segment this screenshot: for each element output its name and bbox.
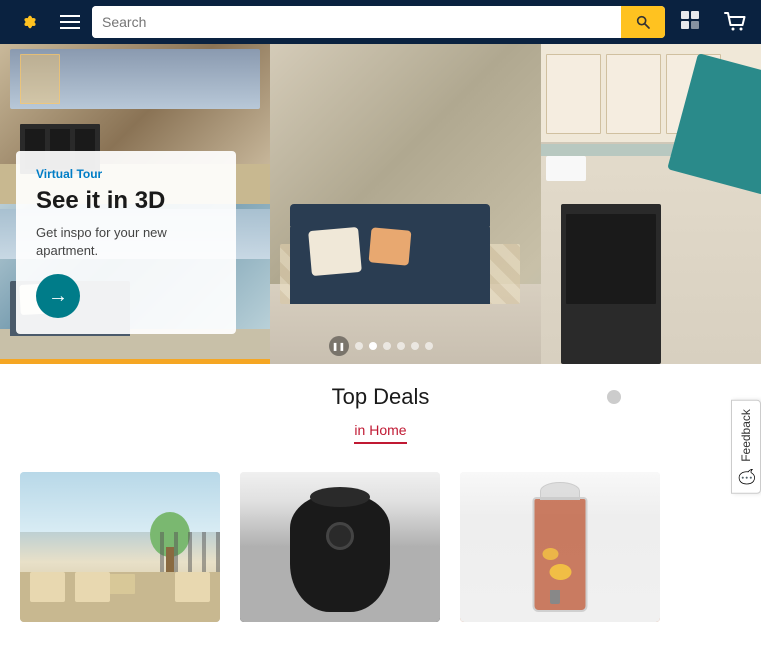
feedback-tab[interactable]: 💬 Feedback (731, 400, 761, 494)
top-deals-header: Top Deals (0, 384, 761, 410)
product-strip (0, 462, 761, 622)
hero-cta-button[interactable]: → (36, 274, 80, 318)
top-deals-section: Top Deals in Home (0, 364, 761, 462)
orange-accent-bar (0, 359, 270, 364)
search-bar (92, 6, 665, 38)
fence-decor (160, 532, 220, 572)
top-deals-title: Top Deals (332, 384, 430, 410)
search-button[interactable] (621, 6, 665, 38)
cart-icon (721, 8, 749, 36)
product-card-patio[interactable] (20, 472, 220, 622)
sofa-decor (290, 224, 490, 304)
carousel-pause-button[interactable]: ❚❚ (329, 336, 349, 356)
carousel-dot-1[interactable] (355, 342, 363, 350)
top-deals-dot (607, 390, 621, 404)
feedback-tab-wrapper: 💬 Feedback (731, 400, 761, 494)
patio-chair-2 (75, 572, 110, 602)
account-button[interactable] (677, 8, 705, 36)
search-icon (635, 14, 651, 30)
hero-main-image (270, 44, 761, 364)
chat-icon: 💬 (738, 468, 754, 485)
hero-title: See it in 3D (36, 187, 216, 216)
virtual-tour-badge: Virtual Tour (36, 167, 216, 181)
carousel-dot-3[interactable] (383, 342, 391, 350)
carousel-controls: ❚❚ (329, 336, 433, 356)
dispenser-jar (533, 497, 588, 612)
pause-icon: ❚❚ (332, 342, 345, 351)
arrow-right-icon: → (48, 286, 68, 306)
airfryer-body (290, 492, 390, 612)
header (0, 0, 761, 44)
header-icons (677, 8, 749, 36)
sky-background (20, 472, 220, 532)
carousel-dot-5[interactable] (411, 342, 419, 350)
hero-subtitle: Get inspo for your new apartment. (36, 224, 216, 260)
dispenser-lid (540, 482, 580, 500)
cart-button[interactable] (721, 8, 749, 36)
feedback-label: Feedback (739, 409, 753, 462)
dispenser-spigot (550, 590, 560, 604)
account-icon (677, 8, 705, 36)
product-card-airfryer[interactable] (240, 472, 440, 622)
hero-banner: Virtual Tour See it in 3D Get inspo for … (0, 44, 761, 364)
carousel-dot-2[interactable] (369, 342, 377, 350)
hero-overlay-card: Virtual Tour See it in 3D Get inspo for … (16, 151, 236, 334)
patio-chair-3 (175, 572, 210, 602)
carousel-dot-4[interactable] (397, 342, 405, 350)
search-input[interactable] (92, 6, 621, 38)
product-card-dispenser[interactable] (460, 472, 660, 622)
patio-chair-1 (30, 572, 65, 602)
hamburger-menu-icon[interactable] (60, 15, 80, 29)
walmart-logo (12, 4, 48, 40)
carousel-dot-6[interactable] (425, 342, 433, 350)
in-home-tab[interactable]: in Home (354, 422, 406, 444)
